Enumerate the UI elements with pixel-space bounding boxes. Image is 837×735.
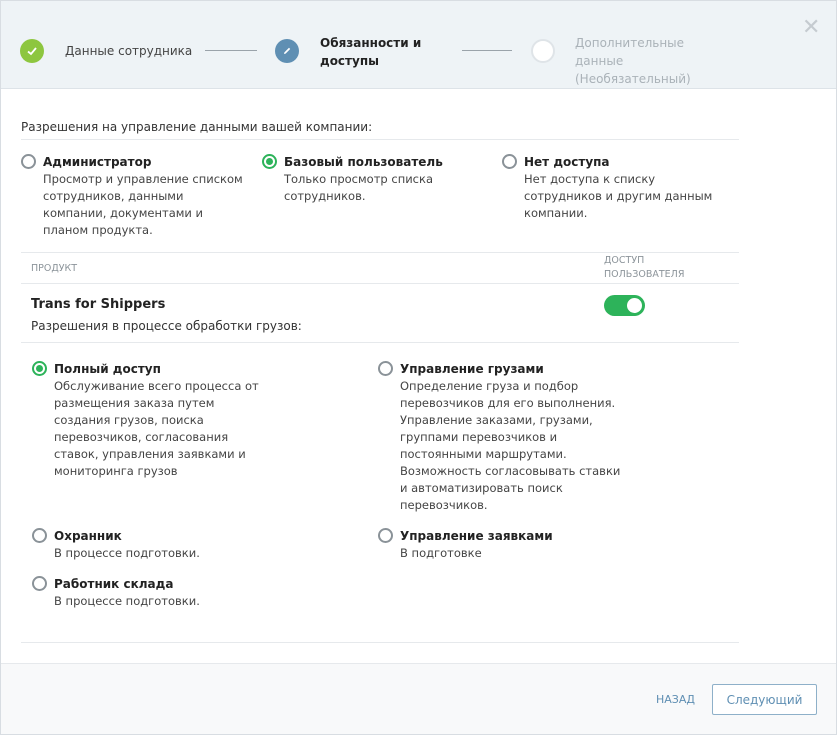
divider <box>21 342 739 343</box>
step-connector <box>205 50 257 51</box>
close-icon[interactable]: ✕ <box>802 17 820 39</box>
radio-basic-user[interactable] <box>262 154 277 169</box>
role-guard-title[interactable]: Охранник <box>54 529 122 543</box>
role-cargo-management-desc: Определение груза и подбор перевозчиков … <box>400 379 621 512</box>
radio-no-access[interactable] <box>502 154 517 169</box>
option-administrator-desc: Просмотр и управление списком сотруднико… <box>43 172 243 237</box>
role-cargo-management-title[interactable]: Управление грузами <box>400 362 544 376</box>
step-1-done-check-icon <box>20 39 44 63</box>
column-header-product: ПРОДУКТ <box>31 263 78 274</box>
role-guard-desc: В процессе подготовки. <box>54 546 200 560</box>
role-full-access-title[interactable]: Полный доступ <box>54 362 161 376</box>
divider <box>21 252 739 253</box>
product-permissions-subtitle: Разрешения в процессе обработки грузов: <box>31 319 302 333</box>
option-administrator-title[interactable]: Администратор <box>43 155 151 169</box>
step-1-label: Данные сотрудника <box>65 44 193 58</box>
company-permissions-title: Разрешения на управление данными вашей к… <box>21 120 373 134</box>
product-name: Trans for Shippers <box>31 297 166 312</box>
option-no-access-desc: Нет доступа к списку сотрудников и други… <box>524 172 713 220</box>
back-button[interactable]: НАЗАД <box>656 693 695 706</box>
step-3-pending-icon <box>531 39 555 63</box>
toggle-knob <box>627 298 642 313</box>
next-button[interactable]: Следующий <box>712 684 817 715</box>
radio-order-management[interactable] <box>378 528 393 543</box>
role-full-access-desc: Обслуживание всего процесса от размещени… <box>54 379 259 478</box>
divider <box>21 642 739 643</box>
divider <box>21 139 739 140</box>
employee-wizard-modal: Данные сотрудника Обязанности и доступы … <box>0 0 837 735</box>
step-connector <box>462 50 512 51</box>
step-2-label: Обязанности и доступы <box>320 36 422 68</box>
radio-full-access[interactable] <box>32 361 47 376</box>
wizard-footer <box>1 663 836 734</box>
step-3-label: Дополнительные данные (Необязательный) <box>575 36 691 86</box>
user-access-toggle[interactable] <box>604 295 645 316</box>
radio-cargo-management[interactable] <box>378 361 393 376</box>
option-basic-user-title[interactable]: Базовый пользователь <box>284 155 443 169</box>
radio-warehouse-worker[interactable] <box>32 576 47 591</box>
role-warehouse-worker-desc: В процессе подготовки. <box>54 594 200 608</box>
role-order-management-title[interactable]: Управление заявками <box>400 529 553 543</box>
radio-guard[interactable] <box>32 528 47 543</box>
wizard-stepper: Данные сотрудника Обязанности и доступы … <box>1 1 836 89</box>
divider <box>21 283 739 284</box>
role-warehouse-worker-title[interactable]: Работник склада <box>54 577 173 591</box>
radio-administrator[interactable] <box>21 154 36 169</box>
option-no-access-title[interactable]: Нет доступа <box>524 155 610 169</box>
step-2-pencil-icon <box>275 39 299 63</box>
column-header-user-access: ДОСТУП ПОЛЬЗОВАТЕЛЯ <box>604 255 685 280</box>
option-basic-user-desc: Только просмотр списка сотрудников. <box>284 172 434 203</box>
role-order-management-desc: В подготовке <box>400 546 482 560</box>
